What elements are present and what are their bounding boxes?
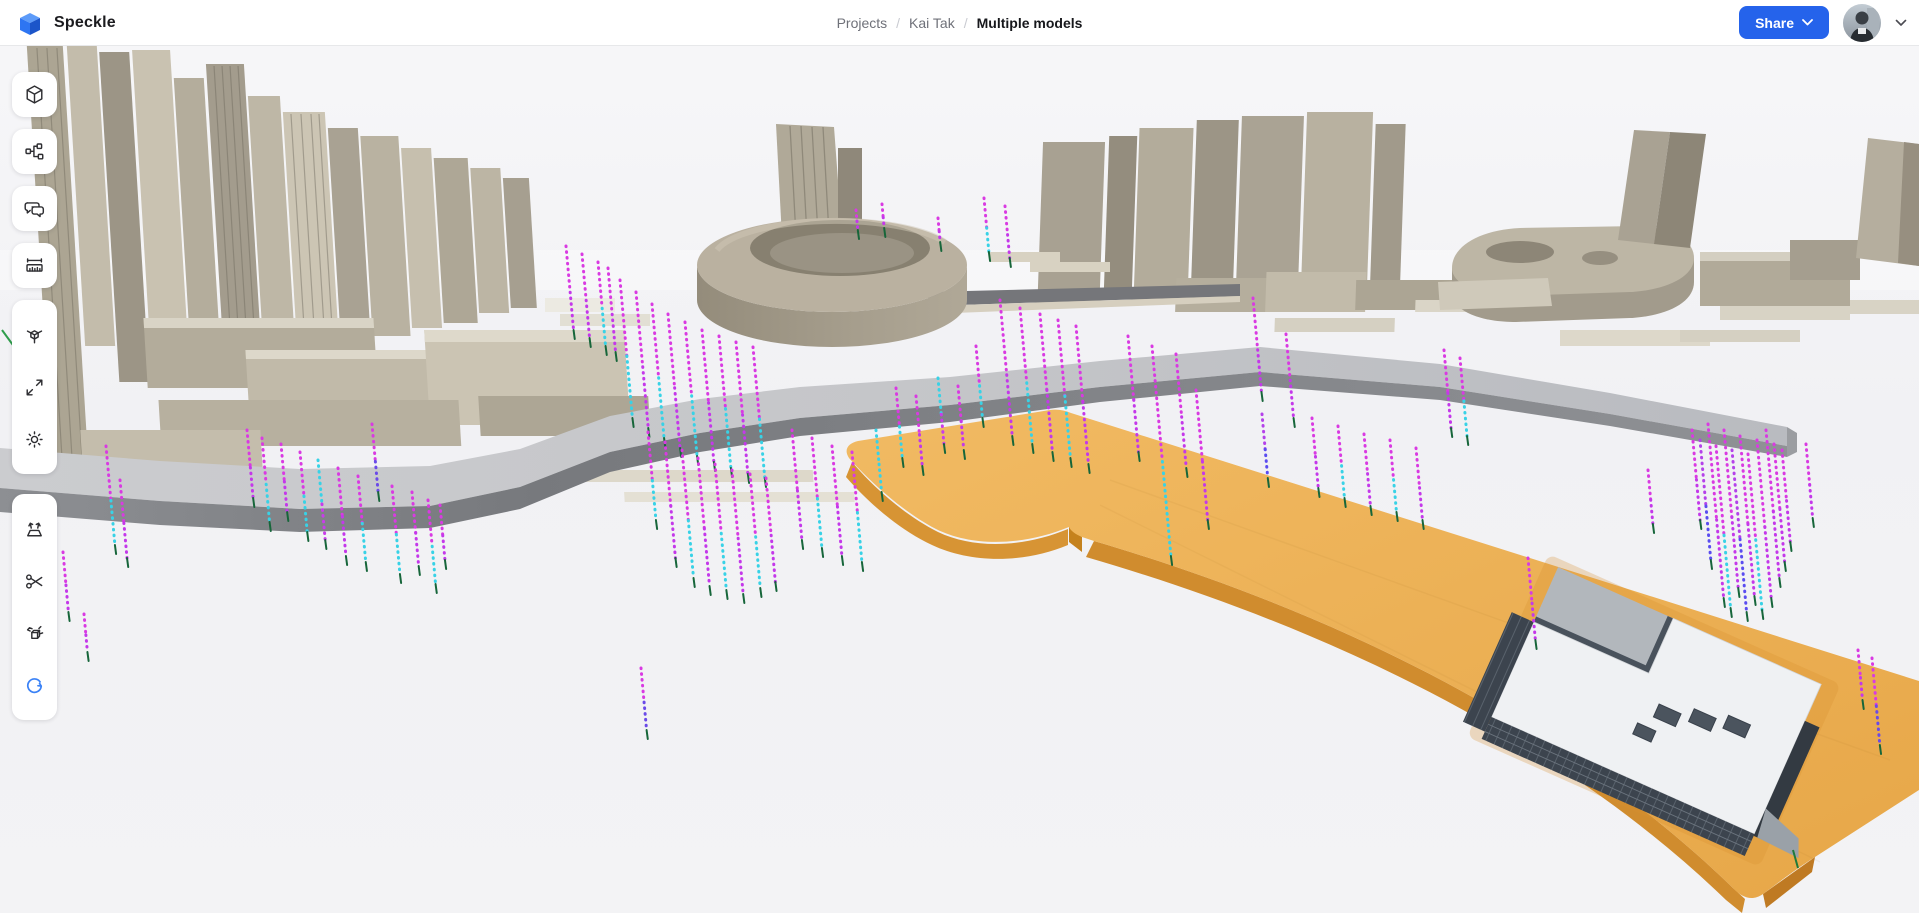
- chevron-down-icon: [1802, 19, 1813, 26]
- viewer-toolbar: [12, 72, 57, 740]
- user-avatar-photo: [1843, 4, 1881, 42]
- user-menu-chevron[interactable]: [1895, 19, 1907, 27]
- share-button[interactable]: Share: [1739, 6, 1829, 39]
- sun-icon: [23, 428, 46, 451]
- section-button[interactable]: [12, 555, 57, 607]
- frustum-arrows-icon: [23, 518, 46, 541]
- axis-cube-icon: [23, 324, 46, 347]
- speckle-cube-logo-icon: [16, 9, 44, 37]
- light-controls-button[interactable]: [12, 413, 57, 465]
- breadcrumb-separator: /: [964, 15, 968, 31]
- measure-button[interactable]: [12, 243, 57, 288]
- tool-controls-panel: [12, 494, 57, 720]
- breadcrumb-project-name[interactable]: Kai Tak: [909, 15, 955, 31]
- viewer-canvas[interactable]: [0, 0, 1919, 913]
- breadcrumb-projects[interactable]: Projects: [837, 15, 888, 31]
- explode-button[interactable]: [12, 607, 57, 659]
- view-controls-panel: [12, 300, 57, 474]
- hierarchy-icon: [23, 140, 46, 163]
- speech-bubbles-icon: [23, 197, 46, 220]
- orbit-arrow-icon: [23, 674, 46, 697]
- ruler-icon: [23, 254, 46, 277]
- views-button[interactable]: [12, 309, 57, 361]
- projection-button[interactable]: [12, 503, 57, 555]
- share-button-label: Share: [1755, 15, 1794, 31]
- breadcrumb-current-page: Multiple models: [977, 15, 1083, 31]
- scene-explorer-button[interactable]: [12, 129, 57, 174]
- exploded-cube-icon: [23, 622, 46, 645]
- expand-arrows-icon: [23, 376, 46, 399]
- app-title: Speckle: [54, 14, 116, 32]
- orbit-button[interactable]: [12, 659, 57, 711]
- models-button[interactable]: [12, 72, 57, 117]
- user-avatar[interactable]: [1843, 4, 1881, 42]
- chevron-down-icon: [1895, 19, 1907, 27]
- top-navigation-bar: Speckle Projects / Kai Tak / Multiple mo…: [0, 0, 1919, 46]
- fit-to-screen-button[interactable]: [12, 361, 57, 413]
- scissors-icon: [23, 570, 46, 593]
- breadcrumb: Projects / Kai Tak / Multiple models: [837, 0, 1083, 45]
- breadcrumb-separator: /: [896, 15, 900, 31]
- cube-icon: [23, 83, 46, 106]
- speckle-logo[interactable]: Speckle: [16, 9, 116, 37]
- discussions-button[interactable]: [12, 186, 57, 231]
